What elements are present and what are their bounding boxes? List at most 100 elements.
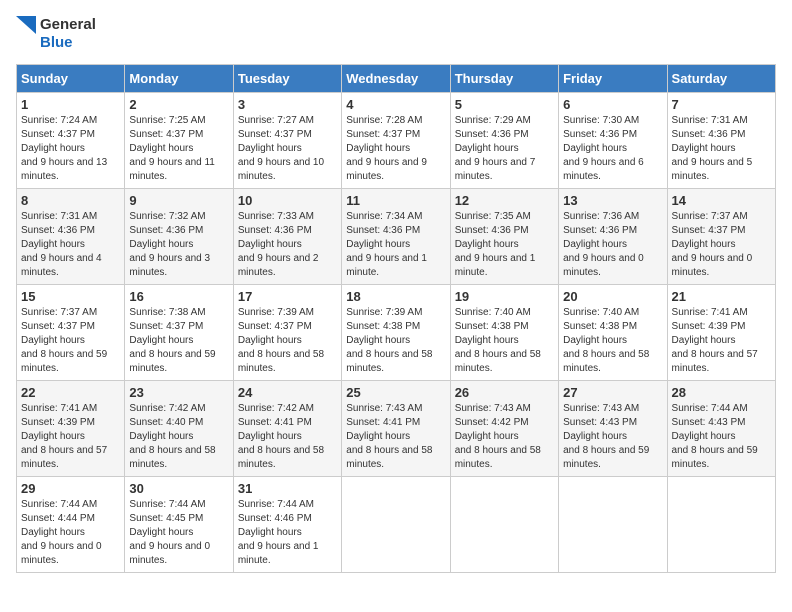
day-number: 20 <box>563 289 662 304</box>
calendar-cell: 6 Sunrise: 7:30 AMSunset: 4:36 PMDayligh… <box>559 93 667 189</box>
day-detail: Sunrise: 7:34 AMSunset: 4:36 PMDaylight … <box>346 211 427 278</box>
calendar-cell: 9 Sunrise: 7:32 AMSunset: 4:36 PMDayligh… <box>125 189 233 285</box>
day-detail: Sunrise: 7:44 AMSunset: 4:43 PMDaylight … <box>672 403 758 470</box>
calendar-cell: 13 Sunrise: 7:36 AMSunset: 4:36 PMDaylig… <box>559 189 667 285</box>
calendar-day-header: Thursday <box>450 65 558 93</box>
calendar-cell: 28 Sunrise: 7:44 AMSunset: 4:43 PMDaylig… <box>667 381 775 477</box>
day-detail: Sunrise: 7:43 AMSunset: 4:43 PMDaylight … <box>563 403 649 470</box>
day-number: 15 <box>21 289 120 304</box>
calendar-cell: 14 Sunrise: 7:37 AMSunset: 4:37 PMDaylig… <box>667 189 775 285</box>
day-detail: Sunrise: 7:42 AMSunset: 4:41 PMDaylight … <box>238 403 324 470</box>
day-number: 12 <box>455 193 554 208</box>
day-number: 28 <box>672 385 771 400</box>
calendar-week-row: 29 Sunrise: 7:44 AMSunset: 4:44 PMDaylig… <box>17 477 776 573</box>
day-number: 26 <box>455 385 554 400</box>
day-detail: Sunrise: 7:43 AMSunset: 4:42 PMDaylight … <box>455 403 541 470</box>
calendar-cell: 8 Sunrise: 7:31 AMSunset: 4:36 PMDayligh… <box>17 189 125 285</box>
day-number: 27 <box>563 385 662 400</box>
calendar-cell: 12 Sunrise: 7:35 AMSunset: 4:36 PMDaylig… <box>450 189 558 285</box>
logo-blue-text: Blue <box>40 34 73 51</box>
day-number: 10 <box>238 193 337 208</box>
calendar-cell: 15 Sunrise: 7:37 AMSunset: 4:37 PMDaylig… <box>17 285 125 381</box>
calendar-cell: 23 Sunrise: 7:42 AMSunset: 4:40 PMDaylig… <box>125 381 233 477</box>
day-detail: Sunrise: 7:30 AMSunset: 4:36 PMDaylight … <box>563 115 644 182</box>
calendar-cell: 19 Sunrise: 7:40 AMSunset: 4:38 PMDaylig… <box>450 285 558 381</box>
day-detail: Sunrise: 7:40 AMSunset: 4:38 PMDaylight … <box>455 307 541 374</box>
header: General Blue <box>16 16 776 52</box>
day-number: 1 <box>21 97 120 112</box>
day-number: 3 <box>238 97 337 112</box>
calendar-cell: 31 Sunrise: 7:44 AMSunset: 4:46 PMDaylig… <box>233 477 341 573</box>
calendar-cell <box>667 477 775 573</box>
day-number: 17 <box>238 289 337 304</box>
calendar-cell: 18 Sunrise: 7:39 AMSunset: 4:38 PMDaylig… <box>342 285 450 381</box>
calendar-cell: 5 Sunrise: 7:29 AMSunset: 4:36 PMDayligh… <box>450 93 558 189</box>
day-number: 24 <box>238 385 337 400</box>
day-number: 29 <box>21 481 120 496</box>
day-detail: Sunrise: 7:24 AMSunset: 4:37 PMDaylight … <box>21 115 107 182</box>
day-number: 25 <box>346 385 445 400</box>
calendar-cell: 16 Sunrise: 7:38 AMSunset: 4:37 PMDaylig… <box>125 285 233 381</box>
calendar-cell: 3 Sunrise: 7:27 AMSunset: 4:37 PMDayligh… <box>233 93 341 189</box>
day-detail: Sunrise: 7:41 AMSunset: 4:39 PMDaylight … <box>672 307 758 374</box>
day-detail: Sunrise: 7:39 AMSunset: 4:38 PMDaylight … <box>346 307 432 374</box>
calendar-cell <box>559 477 667 573</box>
day-number: 14 <box>672 193 771 208</box>
calendar-cell <box>342 477 450 573</box>
day-detail: Sunrise: 7:40 AMSunset: 4:38 PMDaylight … <box>563 307 649 374</box>
day-number: 21 <box>672 289 771 304</box>
logo-general-text: General <box>40 16 96 33</box>
day-detail: Sunrise: 7:37 AMSunset: 4:37 PMDaylight … <box>21 307 107 374</box>
day-number: 5 <box>455 97 554 112</box>
day-number: 18 <box>346 289 445 304</box>
calendar-cell: 27 Sunrise: 7:43 AMSunset: 4:43 PMDaylig… <box>559 381 667 477</box>
calendar-day-header: Monday <box>125 65 233 93</box>
day-detail: Sunrise: 7:29 AMSunset: 4:36 PMDaylight … <box>455 115 536 182</box>
day-number: 11 <box>346 193 445 208</box>
day-detail: Sunrise: 7:31 AMSunset: 4:36 PMDaylight … <box>21 211 102 278</box>
calendar-week-row: 15 Sunrise: 7:37 AMSunset: 4:37 PMDaylig… <box>17 285 776 381</box>
day-detail: Sunrise: 7:32 AMSunset: 4:36 PMDaylight … <box>129 211 210 278</box>
calendar-cell: 21 Sunrise: 7:41 AMSunset: 4:39 PMDaylig… <box>667 285 775 381</box>
day-detail: Sunrise: 7:33 AMSunset: 4:36 PMDaylight … <box>238 211 319 278</box>
day-number: 8 <box>21 193 120 208</box>
day-number: 19 <box>455 289 554 304</box>
day-number: 31 <box>238 481 337 496</box>
day-detail: Sunrise: 7:37 AMSunset: 4:37 PMDaylight … <box>672 211 753 278</box>
calendar-day-header: Sunday <box>17 65 125 93</box>
calendar-day-header: Friday <box>559 65 667 93</box>
day-detail: Sunrise: 7:41 AMSunset: 4:39 PMDaylight … <box>21 403 107 470</box>
day-number: 16 <box>129 289 228 304</box>
day-number: 6 <box>563 97 662 112</box>
calendar-cell: 24 Sunrise: 7:42 AMSunset: 4:41 PMDaylig… <box>233 381 341 477</box>
calendar-cell: 11 Sunrise: 7:34 AMSunset: 4:36 PMDaylig… <box>342 189 450 285</box>
calendar-cell: 10 Sunrise: 7:33 AMSunset: 4:36 PMDaylig… <box>233 189 341 285</box>
day-number: 23 <box>129 385 228 400</box>
day-detail: Sunrise: 7:44 AMSunset: 4:45 PMDaylight … <box>129 499 210 566</box>
calendar-cell: 17 Sunrise: 7:39 AMSunset: 4:37 PMDaylig… <box>233 285 341 381</box>
day-detail: Sunrise: 7:38 AMSunset: 4:37 PMDaylight … <box>129 307 215 374</box>
calendar-cell: 2 Sunrise: 7:25 AMSunset: 4:37 PMDayligh… <box>125 93 233 189</box>
logo: General Blue <box>16 16 96 52</box>
calendar-cell <box>450 477 558 573</box>
calendar-cell: 20 Sunrise: 7:40 AMSunset: 4:38 PMDaylig… <box>559 285 667 381</box>
calendar-header-row: SundayMondayTuesdayWednesdayThursdayFrid… <box>17 65 776 93</box>
calendar-cell: 7 Sunrise: 7:31 AMSunset: 4:36 PMDayligh… <box>667 93 775 189</box>
calendar-cell: 29 Sunrise: 7:44 AMSunset: 4:44 PMDaylig… <box>17 477 125 573</box>
day-number: 7 <box>672 97 771 112</box>
logo-triangle-icon <box>16 16 36 52</box>
calendar-cell: 4 Sunrise: 7:28 AMSunset: 4:37 PMDayligh… <box>342 93 450 189</box>
calendar-week-row: 1 Sunrise: 7:24 AMSunset: 4:37 PMDayligh… <box>17 93 776 189</box>
calendar-cell: 26 Sunrise: 7:43 AMSunset: 4:42 PMDaylig… <box>450 381 558 477</box>
day-detail: Sunrise: 7:42 AMSunset: 4:40 PMDaylight … <box>129 403 215 470</box>
day-number: 22 <box>21 385 120 400</box>
day-detail: Sunrise: 7:36 AMSunset: 4:36 PMDaylight … <box>563 211 644 278</box>
calendar-week-row: 22 Sunrise: 7:41 AMSunset: 4:39 PMDaylig… <box>17 381 776 477</box>
day-number: 4 <box>346 97 445 112</box>
day-detail: Sunrise: 7:43 AMSunset: 4:41 PMDaylight … <box>346 403 432 470</box>
calendar-cell: 22 Sunrise: 7:41 AMSunset: 4:39 PMDaylig… <box>17 381 125 477</box>
day-number: 30 <box>129 481 228 496</box>
day-number: 2 <box>129 97 228 112</box>
calendar-table: SundayMondayTuesdayWednesdayThursdayFrid… <box>16 64 776 573</box>
calendar-body: 1 Sunrise: 7:24 AMSunset: 4:37 PMDayligh… <box>17 93 776 573</box>
